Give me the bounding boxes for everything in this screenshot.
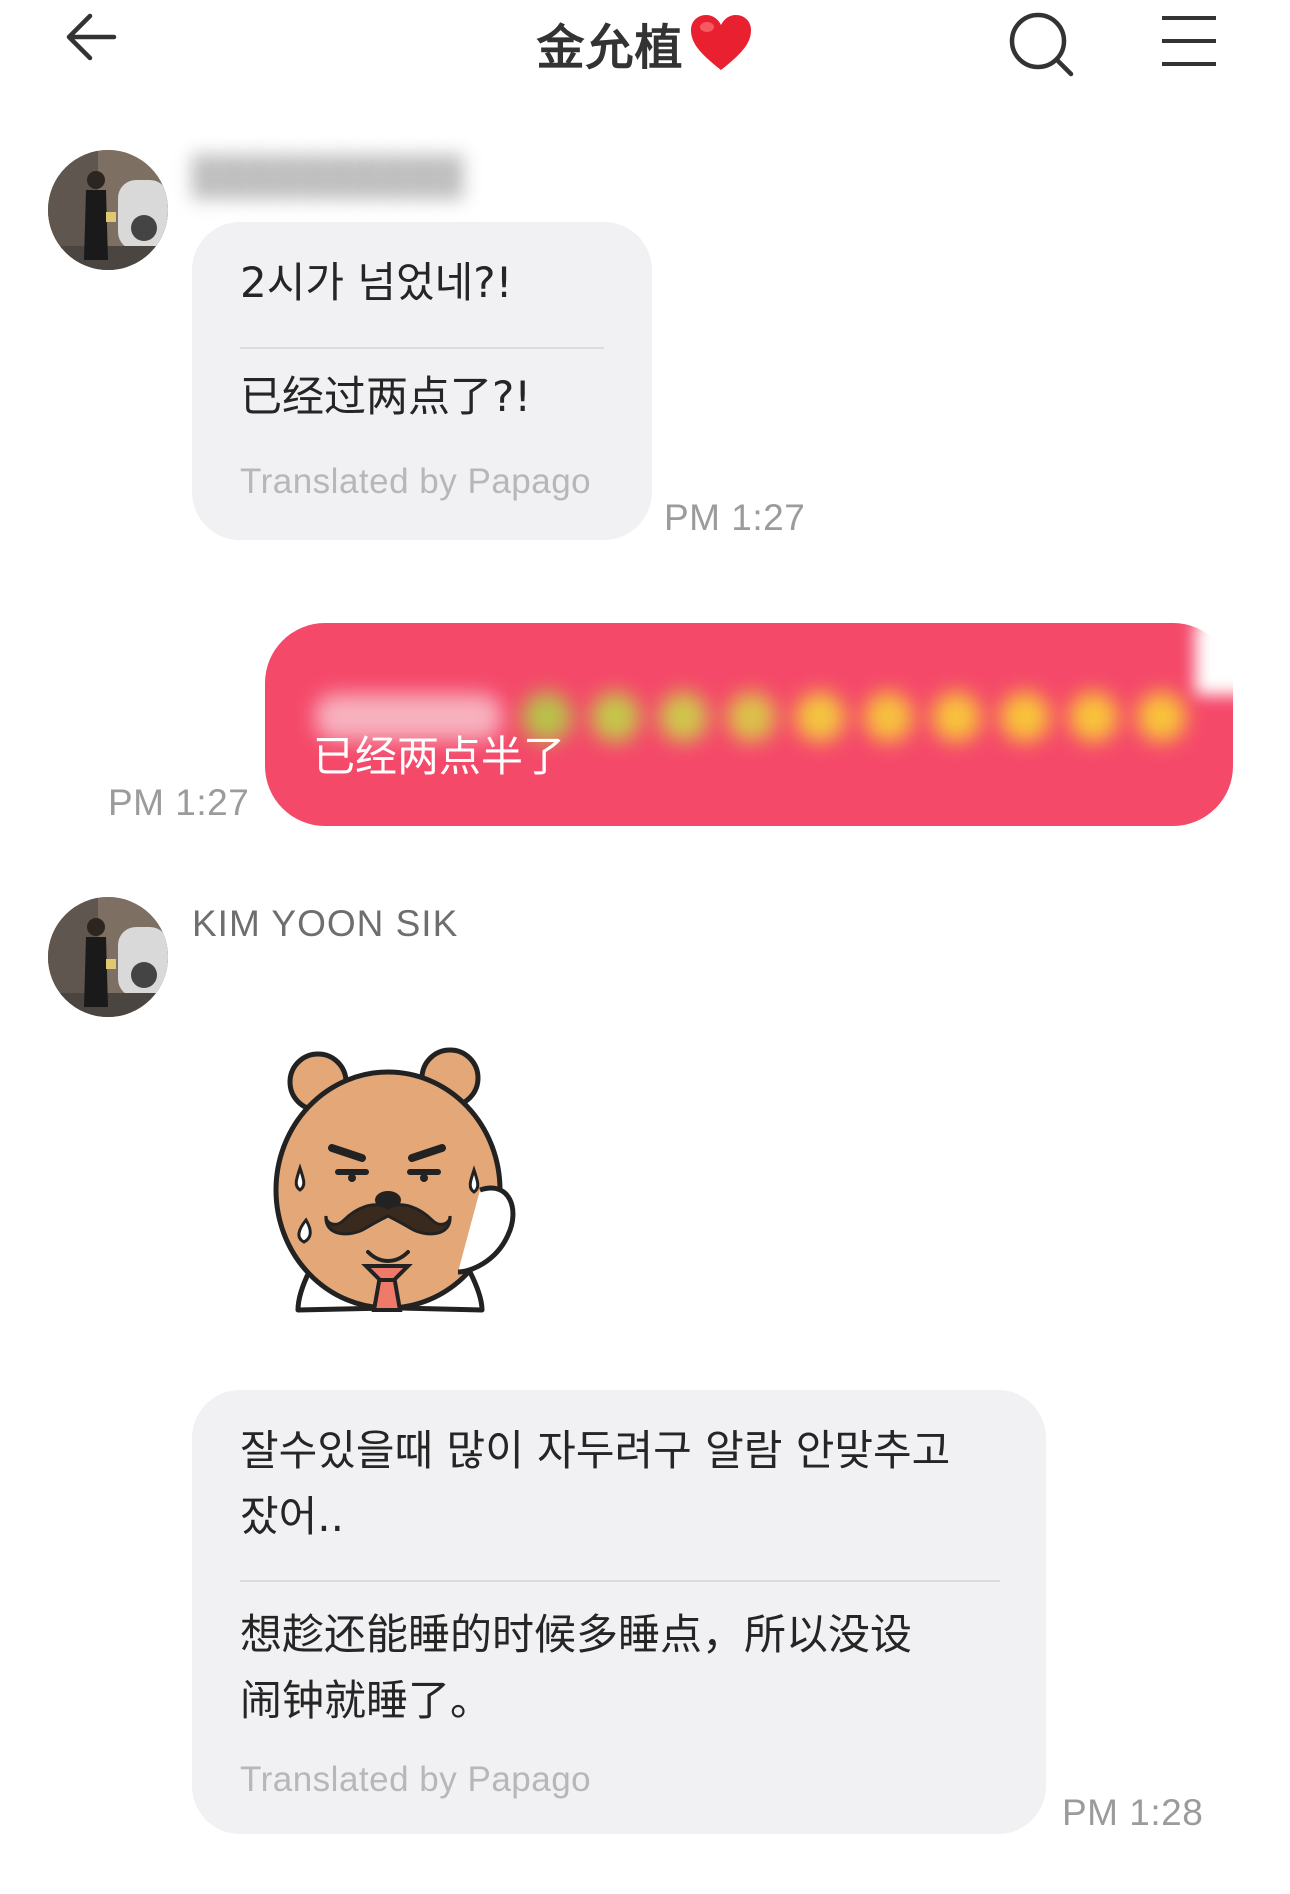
- emoji-icon: [1068, 692, 1118, 742]
- emoji-icon: [727, 692, 777, 742]
- message-original-text: 2시가 넘었네?!: [240, 258, 513, 307]
- emoji-icon: [795, 692, 845, 742]
- hamburger-menu-icon: [1162, 16, 1216, 66]
- message-translated-line: 想趁还能睡的时候多睡点，所以没设: [240, 1610, 913, 1659]
- avatar[interactable]: [48, 150, 168, 270]
- message-timestamp: PM 1:27: [108, 782, 250, 823]
- chat-title-text: 金允植: [536, 20, 684, 76]
- sender-name: KIM YOON SIK: [192, 903, 459, 944]
- message-bubble-incoming[interactable]: 2시가 넘었네?! 已经过两点了?! Translated by Papago: [192, 222, 652, 540]
- chat-header: 金允植: [0, 0, 1290, 86]
- message-text: 已经两点半了: [313, 732, 566, 781]
- message-bubble-incoming[interactable]: 잘수있을때 많이 자두려구 알람 안맞추고 잤어.. 想趁还能睡的时候多睡点，所…: [192, 1390, 1046, 1834]
- search-icon: [1009, 12, 1074, 77]
- emoji-icon: [931, 692, 982, 742]
- emoji-icon: [590, 692, 640, 742]
- emoji-icon: [1000, 692, 1050, 742]
- emoji-icon: [863, 692, 913, 742]
- message-timestamp: PM 1:27: [664, 497, 806, 538]
- message-bubble-outgoing[interactable]: 已经两点半了: [265, 623, 1233, 826]
- avatar[interactable]: [48, 897, 168, 1017]
- blur-edge: [1195, 620, 1255, 695]
- message-original-text: 잘수있을때 많이 자두려구 알람 안맞추고 잤어..: [240, 1418, 950, 1550]
- message-translated-text: 想趁还能睡的时候多睡点，所以没设 闹钟就睡了。: [240, 1602, 912, 1734]
- avatar-photo-icon: [48, 150, 168, 270]
- heart-icon: [690, 15, 751, 70]
- message-original-line: 잘수있을때 많이 자두려구 알람 안맞추고: [240, 1426, 951, 1475]
- bear-mustache-sweat-sticker[interactable]: [270, 1040, 530, 1320]
- message-translated-line: 闹钟就睡了。: [240, 1676, 493, 1725]
- translation-credit: Translated by Papago: [240, 462, 592, 501]
- emoji-icon: [658, 692, 709, 742]
- message-translated-text: 已经过两点了?!: [240, 372, 532, 421]
- translation-divider: [240, 347, 604, 349]
- search-button[interactable]: [1005, 8, 1077, 80]
- message-timestamp: PM 1:28: [1062, 1792, 1204, 1833]
- translation-credit: Translated by Papago: [240, 1760, 592, 1799]
- sender-name-hidden: ██████████: [192, 155, 465, 196]
- emoji-icon: [1136, 692, 1187, 742]
- menu-button[interactable]: [1158, 12, 1220, 70]
- sticker-image: [273, 1047, 516, 1313]
- chat-title: 金允植: [0, 8, 1290, 78]
- avatar-photo-icon: [48, 897, 168, 1017]
- message-original-line: 잤어..: [240, 1492, 344, 1541]
- translation-divider: [240, 1580, 1000, 1582]
